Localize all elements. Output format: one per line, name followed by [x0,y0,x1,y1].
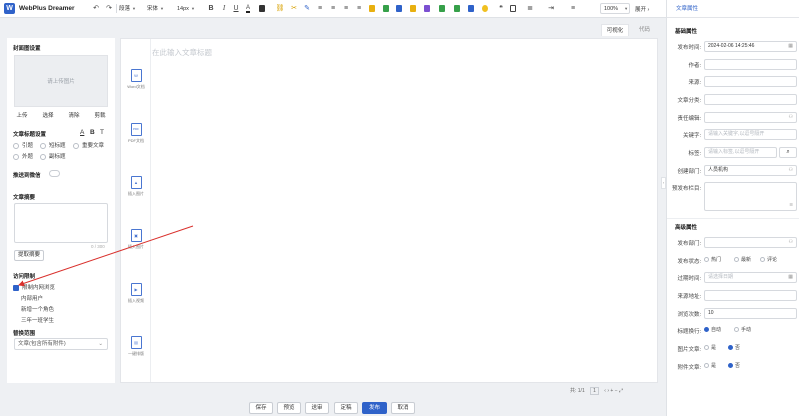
annotation-arrow [18,225,194,287]
